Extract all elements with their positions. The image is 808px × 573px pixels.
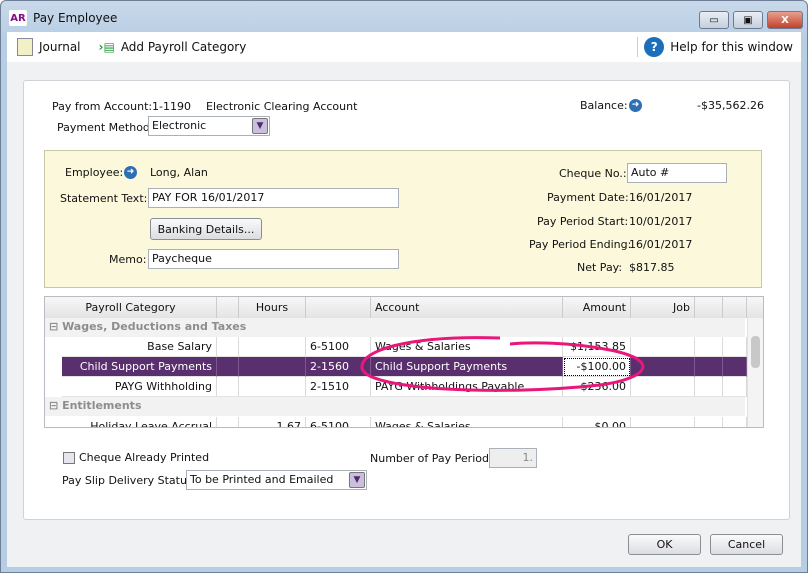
cell-hours[interactable] (239, 337, 306, 357)
ok-button[interactable]: OK (628, 534, 701, 555)
cell-account[interactable]: Wages & Salaries (371, 417, 563, 427)
cell-hours[interactable] (239, 357, 306, 377)
cell-empty[interactable] (217, 357, 239, 377)
period-end: 16/01/2017 (629, 238, 693, 251)
cheque-printed-checkbox[interactable]: Cheque Already Printed (63, 451, 209, 464)
cheque-value: Auto # (631, 166, 670, 179)
group-name: Wages, Deductions and Taxes (62, 320, 247, 333)
column-header[interactable]: Account (371, 297, 563, 318)
cell-category[interactable]: Child Support Payments (62, 357, 217, 377)
balance-label: Balance: (580, 99, 628, 112)
column-header[interactable]: Job (631, 297, 695, 318)
payment-date: 16/01/2017 (629, 191, 693, 204)
column-header (306, 297, 371, 318)
group-name: Entitlements (62, 399, 142, 412)
cheque-number-input[interactable]: Auto # (627, 163, 727, 183)
memo-label: Memo: (109, 253, 147, 266)
cell-empty[interactable] (217, 337, 239, 357)
memo-input[interactable]: Paycheque (148, 249, 399, 269)
cell-hours[interactable] (239, 377, 306, 397)
cell-empty[interactable] (723, 417, 747, 427)
chevron-down-icon[interactable]: ▼ (349, 472, 365, 488)
cell-empty[interactable] (695, 337, 723, 357)
period-start-label: Pay Period Start: (537, 215, 629, 228)
net-pay: $817.85 (629, 261, 675, 274)
payment-date-label: Payment Date: (547, 191, 629, 204)
employee-name: Long, Alan (150, 166, 208, 179)
balance-value: -$35,562.26 (697, 99, 764, 112)
cancel-button[interactable]: Cancel (710, 534, 783, 555)
cell-category[interactable]: PAYG Withholding (62, 377, 217, 397)
account-name: Electronic Clearing Account (206, 100, 358, 113)
chevron-down-icon[interactable]: ▼ (252, 118, 268, 134)
title-bar: AR Pay Employee (9, 10, 117, 26)
scrollbar-thumb[interactable] (751, 336, 760, 368)
employee-arrow-icon[interactable]: ➜ (124, 166, 137, 179)
delivery-status-select[interactable]: To be Printed and Emailed (186, 470, 367, 490)
collapse-icon[interactable]: ⊟ (49, 320, 58, 333)
cell-empty[interactable] (695, 377, 723, 397)
annotation-circle (360, 336, 645, 392)
scrollbar[interactable] (747, 318, 763, 427)
payment-method-label: Payment Method: (57, 121, 154, 134)
minimize-button[interactable]: ▭ (699, 11, 729, 29)
pay-from-label: Pay from Account: (52, 100, 153, 113)
journal-button[interactable]: Journal (17, 38, 81, 56)
column-header[interactable]: Payroll Category (45, 297, 217, 318)
period-start: 10/01/2017 (629, 215, 693, 228)
pay-periods-label: Number of Pay Periods: (370, 452, 499, 465)
statement-text-input[interactable]: PAY FOR 16/01/2017 (148, 188, 399, 208)
cheque-label: Cheque No.: (559, 167, 627, 180)
column-header[interactable]: Amount (563, 297, 631, 318)
help-button[interactable]: ? Help for this window (637, 37, 793, 57)
checkbox-icon[interactable] (63, 451, 75, 464)
cell-category[interactable]: Base Salary (62, 337, 217, 357)
help-label: Help for this window (670, 40, 793, 54)
column-header (217, 297, 239, 318)
column-header (723, 297, 747, 318)
statement-label: Statement Text: (60, 192, 148, 205)
cell-account-no[interactable]: 6-5100 (306, 417, 371, 427)
cell-empty[interactable] (723, 357, 747, 377)
net-pay-label: Net Pay: (577, 261, 623, 274)
cell-empty[interactable] (695, 357, 723, 377)
app-logo: AR (9, 10, 27, 26)
journal-icon (17, 38, 33, 56)
column-header[interactable]: Hours (239, 297, 306, 318)
cell-category[interactable]: Holiday Leave Accrual (62, 417, 217, 427)
cell-empty[interactable] (695, 417, 723, 427)
cell-empty[interactable] (631, 417, 695, 427)
maximize-button[interactable]: ▣ (733, 11, 763, 29)
banking-details-button[interactable]: Banking Details... (150, 218, 262, 240)
toolbar: Journal ›▤ Add Payroll Category ? Help for… (7, 32, 801, 62)
balance-arrow-icon[interactable]: ➜ (629, 99, 642, 112)
memo-value: Paycheque (152, 252, 212, 265)
cell-amount[interactable]: $0.00 (563, 417, 631, 427)
column-header (747, 297, 763, 318)
employee-label: Employee: (65, 166, 124, 179)
journal-label: Journal (39, 40, 81, 54)
delivery-status-label: Pay Slip Delivery Status: (62, 474, 197, 487)
help-icon: ? (644, 37, 665, 57)
period-end-label: Pay Period Ending: (529, 238, 632, 251)
window-title: Pay Employee (33, 11, 118, 25)
add-category-icon: ›▤ (98, 40, 115, 54)
pay-periods-input[interactable]: 1. (489, 448, 537, 468)
cell-empty[interactable] (723, 377, 747, 397)
close-button[interactable]: X (767, 11, 803, 29)
column-header (695, 297, 723, 318)
add-payroll-category-button[interactable]: ›▤ Add Payroll Category (99, 40, 247, 54)
cell-hours[interactable]: 1.67 (239, 417, 306, 427)
account-number: 1-1190 (152, 100, 191, 113)
cheque-printed-label: Cheque Already Printed (79, 451, 210, 464)
statement-value: PAY FOR 16/01/2017 (152, 191, 265, 204)
cell-empty[interactable] (217, 417, 239, 427)
delivery-status-value: To be Printed and Emailed (190, 473, 334, 486)
collapse-icon[interactable]: ⊟ (49, 399, 58, 412)
payment-method-value: Electronic (152, 119, 207, 132)
cell-empty[interactable] (723, 337, 747, 357)
cell-empty[interactable] (217, 377, 239, 397)
add-category-label: Add Payroll Category (120, 40, 247, 54)
